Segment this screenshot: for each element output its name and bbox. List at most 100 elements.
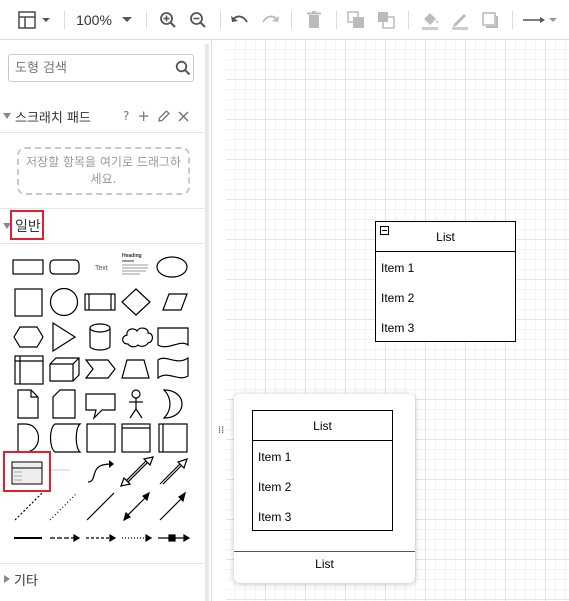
redo-icon	[262, 15, 279, 23]
preview-list-header: List	[253, 411, 392, 441]
zoom-in-icon	[160, 12, 176, 28]
view-icon	[18, 11, 50, 29]
tape-shape	[157, 356, 189, 380]
directional-connector-shape	[159, 491, 186, 521]
fill-color-button[interactable]	[418, 0, 442, 40]
bidirectional-connector-shape	[123, 491, 150, 522]
fill-color-icon	[422, 13, 438, 30]
scratchpad-header[interactable]: 스크래치 패드 ? +	[0, 101, 205, 131]
rounded-rectangle-shape	[49, 259, 80, 275]
shape-search-input[interactable]	[15, 60, 165, 76]
zoom-out-button[interactable]	[186, 0, 210, 40]
to-front-icon	[347, 11, 364, 28]
shape-search-box	[8, 54, 194, 82]
bidirectional-arrow-shape	[120, 456, 154, 487]
to-back-icon	[378, 12, 395, 29]
card-shape	[52, 389, 76, 419]
parallelogram-shape	[162, 293, 188, 311]
preview-caption: List	[315, 557, 334, 571]
step-shape	[84, 359, 116, 379]
close-icon[interactable]	[178, 110, 189, 122]
process-shape	[84, 293, 116, 311]
rect-shape	[86, 423, 116, 453]
scratchpad-drop-zone[interactable]: 저장할 항목을 여기로 드래그하세요.	[17, 147, 190, 195]
chevron-down-icon	[121, 17, 132, 22]
arrow-shape	[159, 458, 188, 485]
other-title: 기타	[14, 573, 38, 589]
heading-shape-label: Heading	[122, 253, 142, 259]
search-icon[interactable]	[175, 60, 191, 76]
list-item[interactable]: Item 3	[381, 313, 414, 343]
delete-button[interactable]	[302, 0, 326, 40]
list-item[interactable]: Item 1	[381, 253, 414, 283]
collapse-icon[interactable]	[380, 226, 389, 235]
zoom-in-button[interactable]	[156, 0, 180, 40]
scratchpad-title: 스크래치 패드	[15, 110, 91, 126]
selected-shape-highlight	[3, 451, 51, 492]
to-back-button[interactable]	[374, 0, 398, 40]
connection-arrow-icon	[523, 17, 557, 23]
undo-button[interactable]	[228, 0, 252, 40]
text-shape: Text	[95, 265, 108, 272]
dashed-arrow-shape	[86, 533, 117, 543]
callout-shape	[85, 393, 116, 420]
ellipse-shape	[156, 256, 188, 278]
cloud-shape	[122, 327, 154, 348]
heading-shape	[122, 260, 148, 275]
edit-icon[interactable]	[158, 110, 170, 122]
curve-arrow-shape	[87, 463, 113, 483]
note-shape	[17, 389, 39, 419]
document-shape	[157, 327, 189, 348]
toolbar: 100%	[0, 0, 569, 40]
diamond-shape	[121, 288, 151, 316]
caret-right-icon	[4, 575, 10, 583]
undo-icon	[231, 15, 248, 23]
delete-icon	[307, 11, 321, 28]
add-button[interactable]: +	[137, 107, 150, 125]
zoom-out-icon	[190, 12, 206, 28]
arrow-line-shape	[50, 533, 81, 543]
preview-list-shape: List Item 1 Item 2 Item 3	[252, 410, 393, 531]
dashed-line-shape	[14, 492, 43, 521]
zoom-label: 100%	[76, 12, 112, 28]
general-highlight	[10, 210, 44, 240]
dotted-line-shape	[49, 492, 78, 521]
line-color-button[interactable]	[448, 0, 472, 40]
cylinder-shape	[89, 323, 111, 351]
list-title: List	[436, 229, 455, 244]
view-menu-button[interactable]	[14, 0, 54, 40]
connector-with-label-shape	[158, 533, 191, 543]
hexagon-shape	[13, 326, 44, 348]
preview-list-item: Item 2	[258, 480, 292, 494]
dotted-arrow-shape	[122, 533, 153, 543]
sidebar-scrollbar[interactable]	[205, 44, 209, 601]
list-header[interactable]: List	[376, 222, 515, 252]
preview-list-item: Item 1	[258, 450, 292, 464]
to-front-button[interactable]	[344, 0, 368, 40]
redo-button[interactable]	[258, 0, 282, 40]
other-header[interactable]: 기타	[0, 564, 205, 594]
delay-shape	[17, 423, 40, 453]
trapezoid-shape	[121, 359, 150, 379]
circle-shape	[49, 287, 79, 317]
caret-down-icon	[3, 113, 11, 119]
internal-storage-shape	[14, 355, 44, 385]
vertical-container-shape	[158, 423, 188, 453]
help-button[interactable]: ?	[123, 109, 129, 123]
canvas-list-shape[interactable]: List Item 1 Item 2 Item 3	[375, 221, 516, 342]
triangle-shape	[52, 321, 77, 353]
general-shapes-palette: Text Heading	[11, 253, 191, 543]
zoom-dropdown[interactable]: 100%	[76, 0, 134, 40]
shadow-icon	[482, 12, 498, 28]
sidebar-resize-handle[interactable]: ⁞⁞	[218, 425, 224, 436]
chevron-down-icon	[42, 18, 50, 22]
rectangle-shape	[12, 259, 44, 275]
preview-list-title: List	[313, 418, 332, 433]
container-shape	[121, 423, 151, 453]
cube-shape	[49, 357, 80, 382]
connection-style-button[interactable]	[520, 0, 560, 40]
list-item[interactable]: Item 2	[381, 283, 414, 313]
square-shape	[14, 288, 43, 317]
shadow-button[interactable]	[478, 0, 502, 40]
preview-list-item: Item 3	[258, 510, 292, 524]
